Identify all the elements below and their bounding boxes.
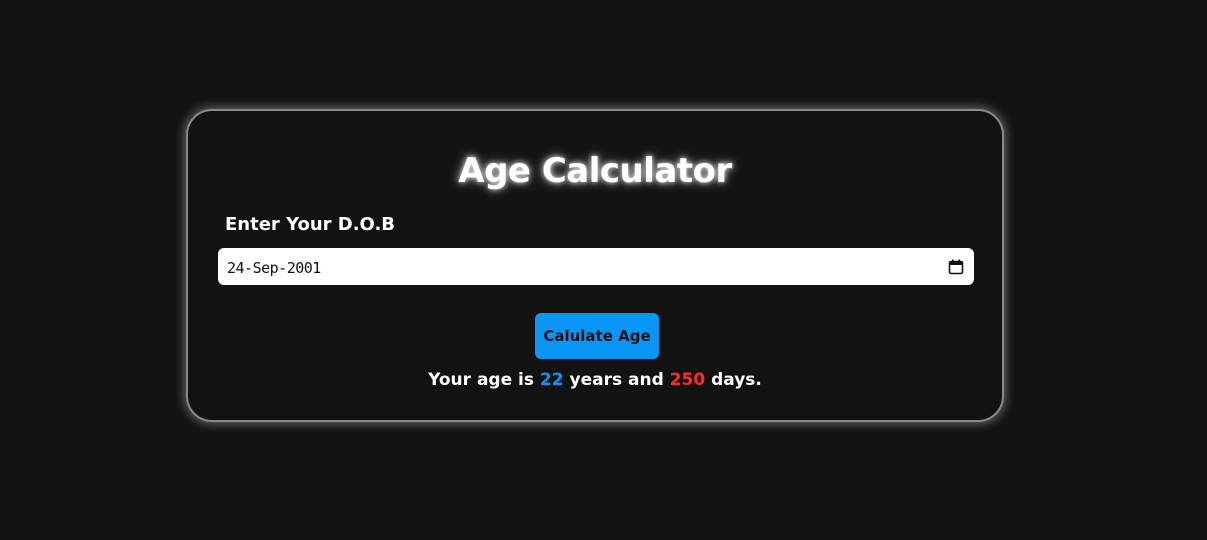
calendar-icon[interactable] — [948, 259, 964, 275]
dob-label: Enter Your D.O.B — [225, 214, 396, 235]
dob-date-value[interactable]: 24-Sep-2001 — [227, 259, 321, 277]
result-years-word: years and — [569, 370, 664, 390]
page-title: Age Calculator — [458, 151, 732, 191]
result-days-word: days. — [711, 370, 762, 390]
years-value: 22 — [539, 370, 564, 390]
age-result: Your age is 22 years and 250 days. — [188, 370, 1002, 390]
age-calculator-card: Age Calculator Enter Your D.O.B 24-Sep-2… — [186, 109, 1004, 422]
calculate-age-button[interactable]: Calulate Age — [535, 313, 659, 359]
days-value: 250 — [669, 370, 706, 390]
dob-date-input[interactable]: 24-Sep-2001 — [218, 248, 974, 285]
result-prefix: Your age is — [428, 370, 534, 390]
